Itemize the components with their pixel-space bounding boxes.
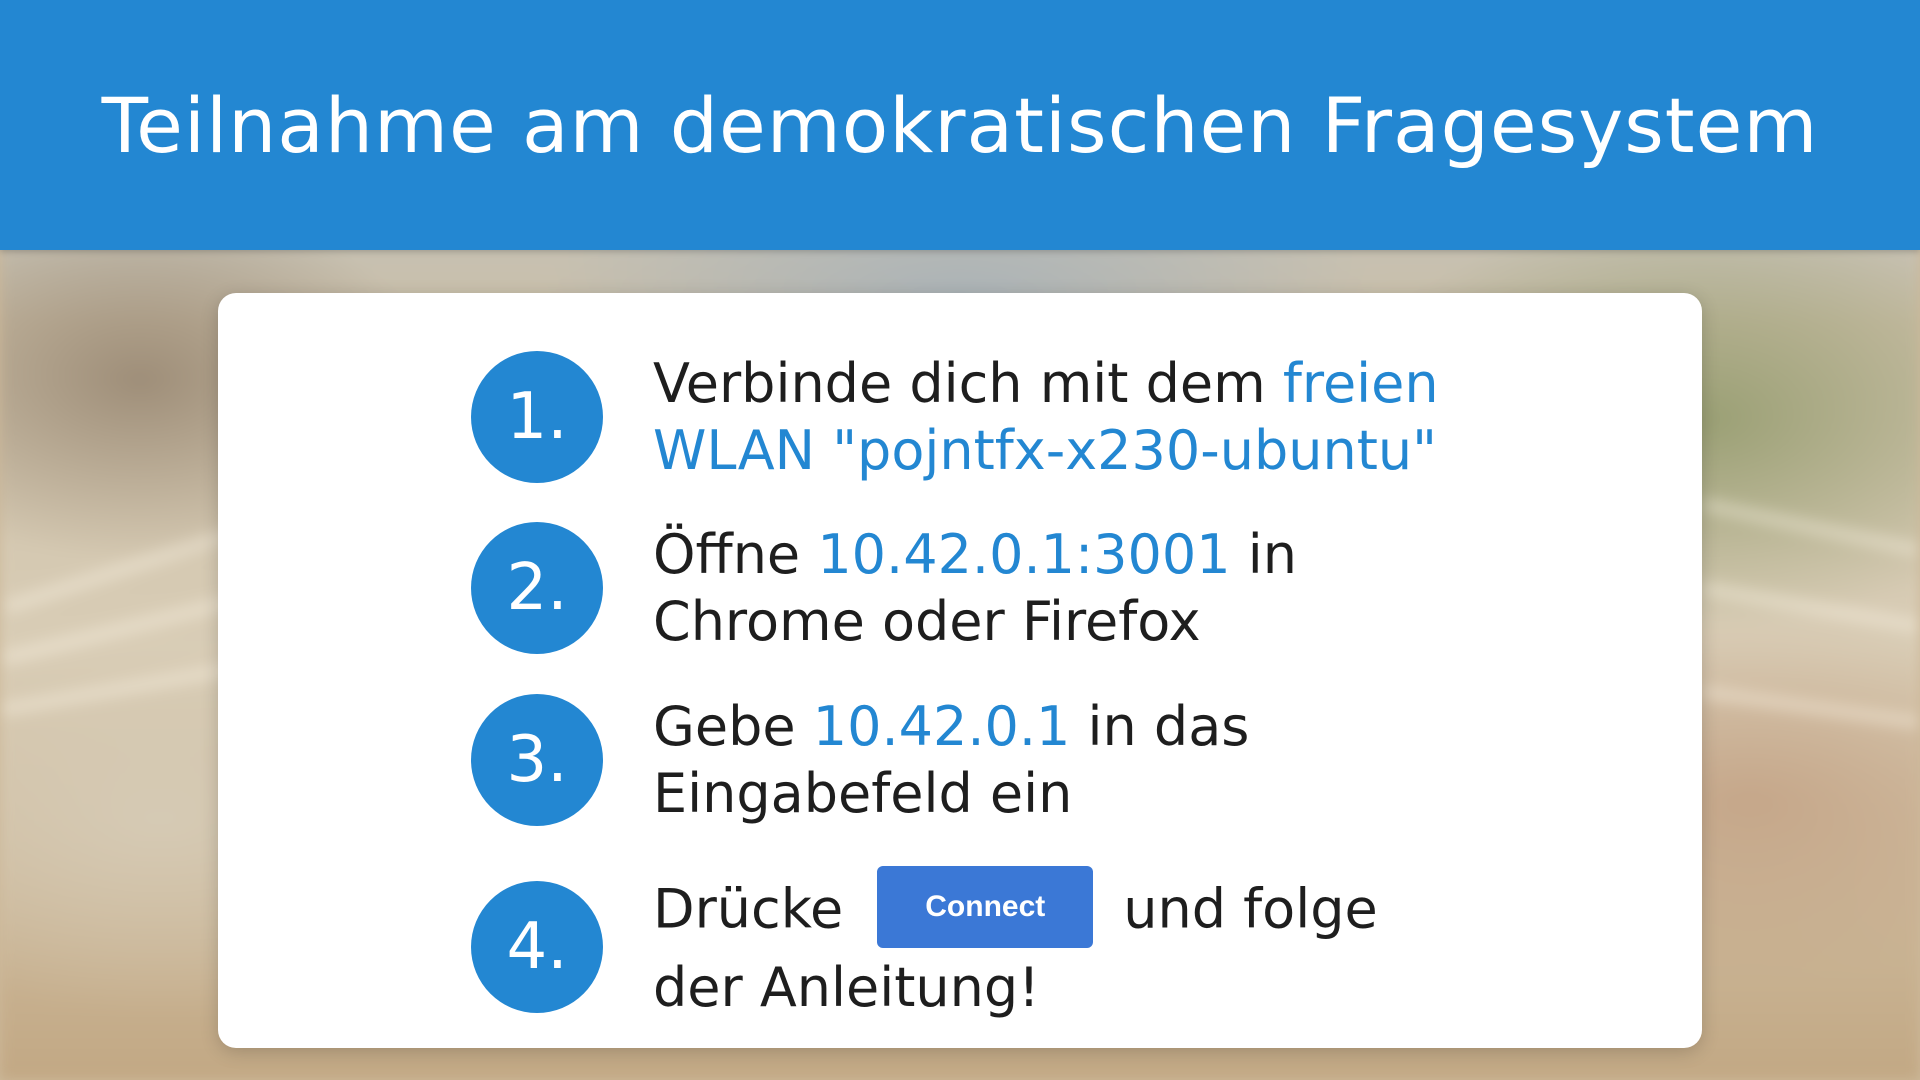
- step-4: 4. Drücke Connect und folge der Anleitung!: [471, 866, 1378, 1021]
- step-4-text-plain: Drücke: [653, 877, 844, 941]
- step-1: 1. Verbinde dich mit dem freien WLAN "po…: [471, 350, 1439, 484]
- connect-button[interactable]: Connect: [877, 866, 1094, 948]
- step-4-text: Drücke Connect und folge der Anleitung!: [653, 866, 1378, 1021]
- step-1-text: Verbinde dich mit dem freien WLAN "pojnt…: [653, 350, 1439, 484]
- step-3-text-line2: Eingabefeld ein: [653, 762, 1073, 825]
- step-number-badge: 3.: [471, 694, 603, 826]
- ip-address: 10.42.0.1: [812, 695, 1071, 758]
- step-3: 3. Gebe 10.42.0.1 in das Eingabefeld ein: [471, 693, 1249, 827]
- step-2-text: Öffne 10.42.0.1:3001 in Chrome oder Fire…: [653, 521, 1297, 655]
- step-4-text-line2: der Anleitung!: [653, 956, 1040, 1019]
- step-number-badge: 1.: [471, 351, 603, 483]
- step-2-text-plain: Öffne: [653, 523, 818, 586]
- step-number-badge: 4.: [471, 880, 603, 1013]
- step-1-text-highlight: freien: [1282, 352, 1439, 415]
- step-1-text-plain: Verbinde dich mit dem: [653, 352, 1283, 415]
- step-3-text-plain: Gebe: [653, 695, 813, 758]
- step-2-text-after: in: [1230, 523, 1297, 586]
- page-title: Teilnahme am demokratischen Fragesystem: [101, 80, 1819, 170]
- step-3-text-after: in das: [1070, 695, 1250, 758]
- step-3-text: Gebe 10.42.0.1 in das Eingabefeld ein: [653, 693, 1249, 827]
- server-address: 10.42.0.1:3001: [817, 523, 1231, 586]
- step-2-text-line2: Chrome oder Firefox: [653, 590, 1201, 653]
- step-number-badge: 2.: [471, 522, 603, 654]
- wifi-network-name: WLAN "pojntfx-x230-ubuntu": [653, 419, 1437, 482]
- step-4-text-after: und folge: [1123, 877, 1378, 941]
- step-2: 2. Öffne 10.42.0.1:3001 in Chrome oder F…: [471, 521, 1297, 655]
- header-bar: Teilnahme am demokratischen Fragesystem: [0, 0, 1920, 250]
